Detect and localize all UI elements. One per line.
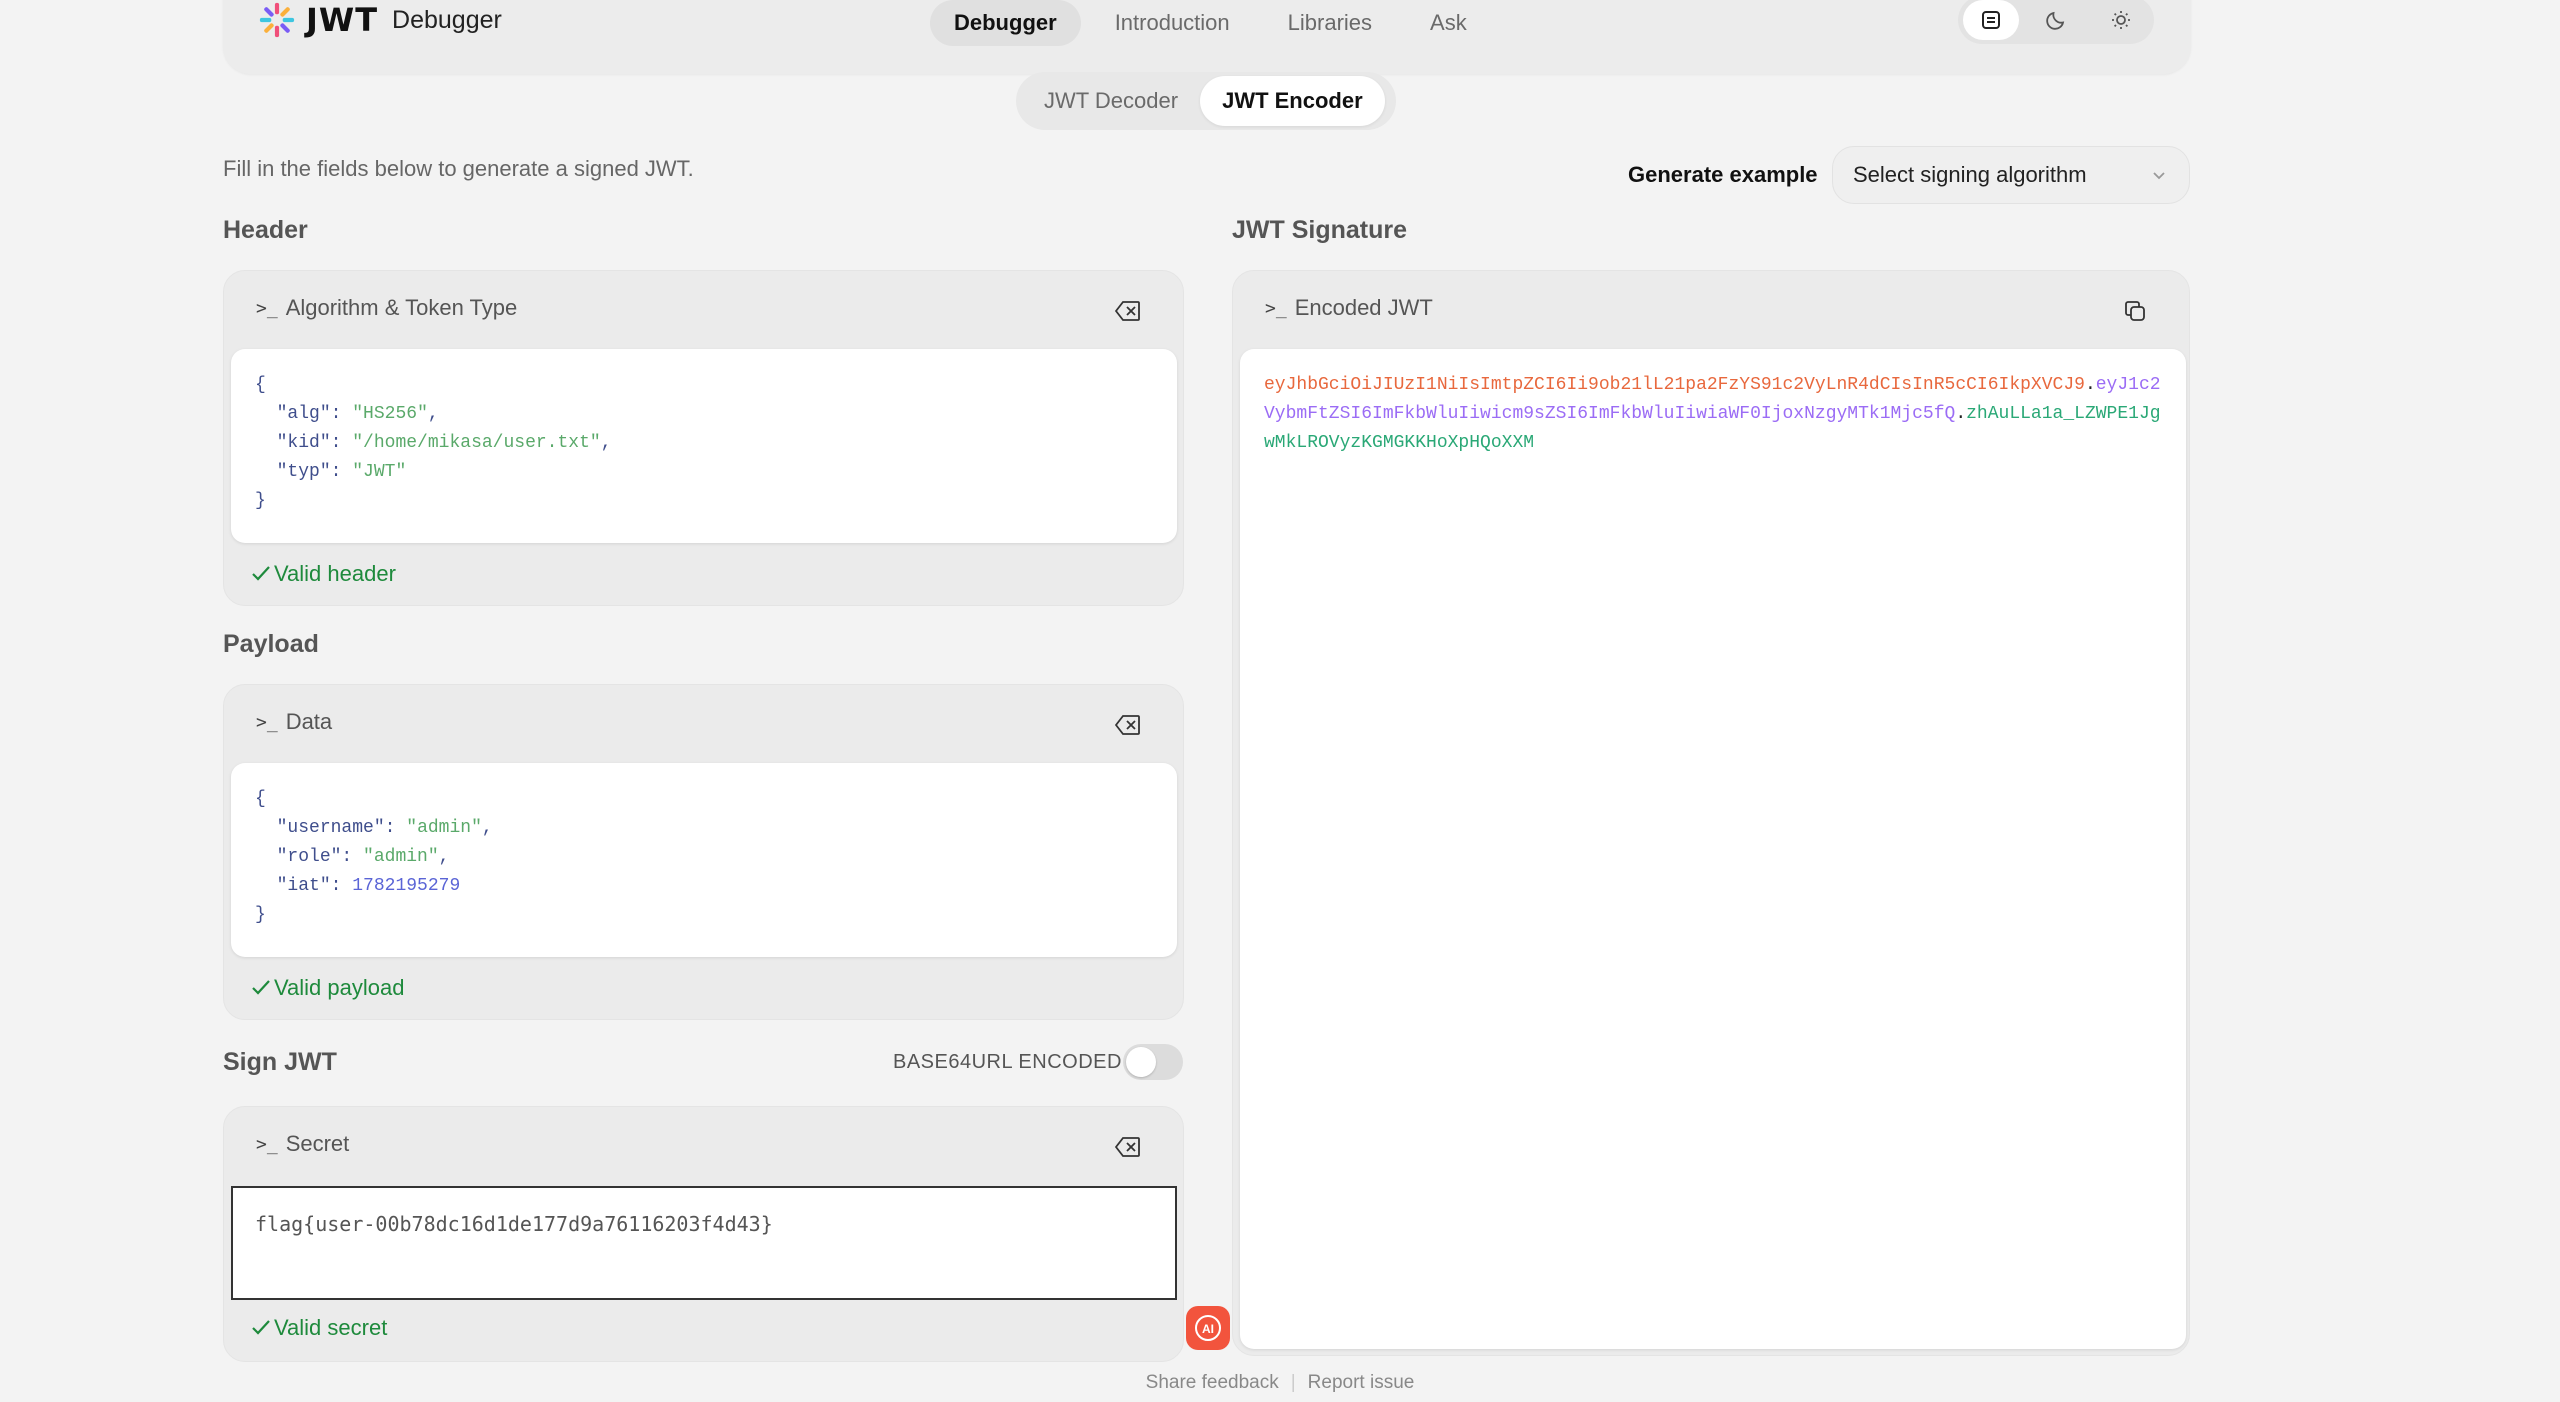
clear-payload-button[interactable] — [1114, 711, 1142, 739]
json-close-brace: } — [255, 491, 266, 511]
json-line-alg: "alg": "HS256", — [276, 404, 439, 424]
header-card-label: Algorithm & Token Type — [285, 295, 518, 320]
json-line-username: "username": "admin", — [276, 818, 493, 838]
select-value: Select signing algorithm — [1853, 162, 2087, 187]
payload-card: >_ Data { "username": "admin", "role": "… — [223, 684, 1184, 1020]
clear-icon — [1115, 715, 1140, 735]
typ-value: JWT — [363, 462, 396, 482]
nav-libraries[interactable]: Libraries — [1264, 0, 1396, 46]
nav-introduction[interactable]: Introduction — [1091, 0, 1254, 46]
ai-label: AI — [1202, 1322, 1214, 1336]
encoded-jwt-card-title: >_ Encoded JWT — [1265, 295, 1433, 321]
json-line-typ: "typ": "JWT" — [276, 462, 407, 482]
nav-ask[interactable]: Ask — [1406, 0, 1491, 46]
signing-algorithm-select[interactable]: Select signing algorithm — [1832, 146, 2190, 204]
json-close-brace: } — [255, 905, 266, 925]
encoded-jwt-text: eyJhbGciOiJIUzI1NiIsImtpZCI6Ii9ob21lL21p… — [1264, 371, 2164, 458]
encoded-jwt-label: Encoded JWT — [1294, 295, 1433, 320]
clear-secret-button[interactable] — [1114, 1133, 1142, 1161]
system-icon — [1981, 11, 2000, 29]
dark-theme-button[interactable] — [2028, 0, 2084, 40]
payload-valid-text: Valid payload — [274, 975, 405, 1000]
clear-icon — [1115, 301, 1140, 321]
secret-input[interactable]: flag{user-00b78dc16d1de177d9a76116203f4d… — [231, 1186, 1177, 1300]
intro-text: Fill in the fields below to generate a s… — [223, 156, 694, 181]
payload-card-title: >_ Data — [256, 709, 332, 735]
encoded-jwt-output[interactable]: eyJhbGciOiJIUzI1NiIsImtpZCI6Ii9ob21lL21p… — [1240, 349, 2186, 1349]
terminal-prompt-icon: >_ — [1265, 297, 1287, 319]
terminal-prompt-icon: >_ — [256, 711, 278, 733]
generate-example-label: Generate example — [1628, 162, 1818, 187]
json-line-kid: "kid": "/home/mikasa/user.txt", — [276, 433, 612, 453]
ai-assistant-button[interactable]: AI — [1186, 1306, 1230, 1350]
check-icon — [252, 1320, 270, 1335]
toggle-knob — [1126, 1047, 1156, 1077]
sign-section-title: Sign JWT — [223, 1048, 337, 1076]
light-theme-button[interactable] — [2093, 0, 2149, 40]
jwt-dot: . — [1955, 404, 1967, 424]
terminal-prompt-icon: >_ — [256, 297, 278, 319]
secret-card-label: Secret — [285, 1131, 350, 1156]
json-open-brace: { — [255, 789, 266, 809]
check-icon — [252, 566, 270, 581]
secret-card-title: >_ Secret — [256, 1131, 349, 1157]
check-icon — [252, 980, 270, 995]
encoded-jwt-card: >_ Encoded JWT eyJhbGciOiJIUzI1NiIsImtpZ… — [1232, 270, 2190, 1356]
clear-icon — [1115, 1137, 1140, 1157]
json-line-iat: "iat": 1782195279 — [276, 876, 461, 896]
footer-separator: | — [1290, 1372, 1296, 1393]
secret-valid-text: Valid secret — [274, 1315, 388, 1340]
secret-card: >_ Secret flag{user-00b78dc16d1de177d9a7… — [223, 1106, 1184, 1362]
role-value: admin — [373, 847, 428, 867]
header-valid-status: Valid header — [250, 561, 396, 587]
chevron-down-icon — [2153, 172, 2165, 180]
json-open-brace: { — [255, 375, 266, 395]
json-line-role: "role": "admin", — [276, 847, 450, 867]
payload-valid-status: Valid payload — [250, 975, 404, 1001]
username-value: admin — [417, 818, 472, 838]
moon-icon — [2046, 11, 2065, 30]
base64url-label: BASE64URL ENCODED — [893, 1051, 1122, 1073]
footer: Share feedback | Report issue — [0, 1372, 2560, 1394]
secret-valid-status: Valid secret — [250, 1315, 387, 1341]
clear-header-button[interactable] — [1114, 297, 1142, 325]
theme-switcher — [1958, 0, 2154, 44]
jwt-logo-icon — [259, 2, 295, 38]
base64url-toggle[interactable] — [1123, 1044, 1183, 1080]
terminal-prompt-icon: >_ — [256, 1133, 278, 1155]
mode-tabs: JWT Decoder JWT Encoder — [1016, 72, 1396, 130]
iat-value: 1782195279 — [352, 876, 461, 896]
nav-debugger[interactable]: Debugger — [930, 0, 1081, 46]
main-nav: Debugger Introduction Libraries Ask — [930, 0, 1491, 46]
copy-icon — [2125, 301, 2145, 321]
tab-jwt-encoder[interactable]: JWT Encoder — [1200, 76, 1385, 126]
ai-icon: AI — [1195, 1315, 1221, 1341]
kid-value: /home/mikasa/user.txt — [363, 433, 590, 453]
app-name: Debugger — [392, 5, 502, 34]
sun-icon — [2112, 11, 2131, 29]
system-theme-button[interactable] — [1962, 0, 2019, 40]
alg-value: HS256 — [363, 404, 418, 424]
header-section-title: Header — [223, 216, 308, 244]
logo-wordmark: JWT — [306, 1, 379, 39]
payload-json-editor[interactable]: { "username": "admin", "role": "admin", … — [231, 763, 1177, 957]
payload-section-title: Payload — [223, 630, 319, 658]
share-feedback-link[interactable]: Share feedback — [1146, 1372, 1279, 1393]
jwt-header-part: eyJhbGciOiJIUzI1NiIsImtpZCI6Ii9ob21lL21p… — [1264, 375, 2085, 395]
header-valid-text: Valid header — [274, 561, 396, 586]
tab-jwt-decoder[interactable]: JWT Decoder — [1022, 76, 1200, 126]
brand-logo[interactable]: JWT Debugger — [258, 0, 502, 40]
header-json-editor[interactable]: { "alg": "HS256", "kid": "/home/mikasa/u… — [231, 349, 1177, 543]
header-card: >_ Algorithm & Token Type { "alg": "HS25… — [223, 270, 1184, 606]
header-card-title: >_ Algorithm & Token Type — [256, 295, 517, 321]
signature-section-title: JWT Signature — [1232, 216, 1408, 244]
jwt-dot: . — [2084, 375, 2096, 395]
payload-card-label: Data — [285, 709, 333, 734]
copy-jwt-button[interactable] — [2121, 297, 2149, 325]
report-issue-link[interactable]: Report issue — [1308, 1372, 1415, 1393]
